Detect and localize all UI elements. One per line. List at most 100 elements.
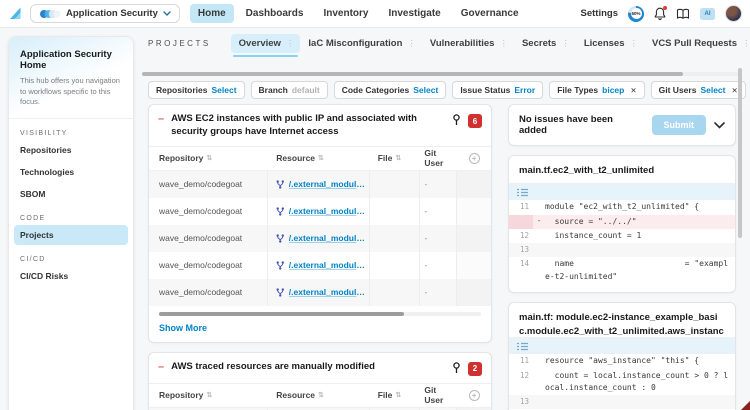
filter-git-users[interactable]: Git Users Select ✕ (650, 81, 746, 99)
tab-menu-dots-icon[interactable]: ⋮ (561, 38, 570, 49)
tab-menu-dots-icon[interactable]: ⋮ (499, 38, 508, 49)
close-icon[interactable]: ✕ (731, 86, 737, 95)
ai-assistant-icon[interactable]: AI (700, 7, 715, 20)
sidebar-item-projects[interactable]: Projects (14, 224, 128, 245)
sidebar-header: Application Security Home This hub offer… (9, 37, 133, 119)
resource-link[interactable]: /.external_modules/gi... (289, 287, 369, 297)
table-header-row: Repository ⇅ Resource ⇅ File ⇅ Git User + (149, 147, 491, 171)
tab-menu-dots-icon[interactable]: ⋮ (742, 38, 750, 49)
tab-overview[interactable]: Overview ⋮ (230, 33, 301, 57)
filter-code-categories[interactable]: Code Categories Select (333, 81, 447, 99)
show-more-link[interactable]: Show More (149, 316, 491, 342)
nav-item-governance[interactable]: Governance (453, 4, 527, 23)
filter-bar: Repositories Select Branch default Code … (148, 80, 750, 100)
primary-nav: Home Dashboards Inventory Investigate Go… (189, 4, 527, 23)
prisma-cloud-logo-icon (8, 6, 23, 21)
resource-link[interactable]: /.external_modules/gi... (289, 179, 369, 189)
code-block-header (509, 338, 735, 355)
error-count-badge: 6 (468, 114, 482, 128)
code-card-title: main.tf: module.ec2-instance_example_bas… (519, 312, 724, 337)
sidebar-item-repositories[interactable]: Repositories (14, 140, 128, 160)
column-header-repository[interactable]: Repository ⇅ (149, 390, 268, 400)
module-fork-icon (276, 260, 285, 270)
tab-secrets[interactable]: Secrets ⋮ (514, 34, 576, 53)
tab-menu-dots-icon[interactable]: ⋮ (407, 38, 416, 49)
resource-link[interactable]: /.external_modules/gi... (289, 233, 369, 243)
setup-progress-value: 50% (630, 8, 642, 19)
tab-iac-misconfiguration[interactable]: IaC Misconfiguration ⋮ (300, 34, 421, 53)
projects-tab-bar: PROJECTS Overview ⋮ IaC Misconfiguration… (142, 30, 750, 57)
error-count-badge: 2 (468, 361, 482, 376)
tab-menu-dots-icon[interactable]: ⋮ (286, 38, 295, 49)
close-icon[interactable]: ✕ (630, 86, 636, 95)
incident-card-ec2-public-ip: – AWS EC2 instances with public IP and a… (148, 104, 492, 343)
table-row[interactable]: wave_demo/codegoat /.external_modules/gi… (149, 170, 491, 198)
sort-icon[interactable]: ⇅ (395, 391, 401, 399)
code-line: 11 module "ec2_with_t2_unlimited" { (519, 202, 700, 212)
tab-licenses[interactable]: Licenses ⋮ (576, 34, 644, 53)
tab-vcs-pull-requests[interactable]: VCS Pull Requests ⋮ (644, 34, 750, 53)
sidebar-item-cicd-risks[interactable]: CI/CD Risks (14, 266, 128, 286)
tab-vulnerabilities[interactable]: Vulnerabilities ⋮ (422, 34, 514, 53)
resource-link[interactable]: /.external_modules/gi... (289, 260, 369, 270)
notifications-bell-icon[interactable] (654, 6, 667, 20)
submit-button[interactable]: Submit (651, 115, 706, 135)
nav-item-dashboards[interactable]: Dashboards (238, 4, 312, 23)
app-module-selector[interactable]: Application Security (30, 4, 180, 23)
filter-branch[interactable]: Branch default (250, 81, 328, 99)
column-header-file[interactable]: File ⇅ (370, 390, 421, 400)
column-header-git-user[interactable]: Git User (420, 385, 457, 405)
table-row[interactable]: wave_demo/codegoat /.external_modules/gi… (149, 251, 491, 279)
code-line: 13 (509, 243, 735, 258)
incidents-column: – AWS EC2 instances with public IP and a… (148, 104, 492, 410)
table-row[interactable]: wave_demo/codegoat /.external_modules/gi… (149, 197, 491, 225)
column-header-repository[interactable]: Repository ⇅ (149, 153, 268, 163)
nav-item-inventory[interactable]: Inventory (315, 4, 376, 23)
code-line: 13 (509, 395, 735, 410)
setup-progress-badge[interactable]: 50% (628, 5, 644, 22)
issues-review-card: No issues have been added Submit (508, 104, 736, 146)
resource-link[interactable]: /.external_modules/gi... (289, 206, 369, 216)
details-vertical-scrollbar[interactable] (738, 68, 742, 238)
main-content: PROJECTS Overview ⋮ IaC Misconfiguration… (142, 30, 750, 410)
sort-icon[interactable]: ⇅ (206, 391, 212, 399)
column-header-resource[interactable]: Resource ⇅ (268, 153, 369, 163)
trace-pin-icon[interactable] (452, 361, 461, 374)
nav-item-home[interactable]: Home (189, 4, 234, 23)
column-header-git-user[interactable]: Git User (420, 148, 457, 168)
tabs-scrollbar-track (142, 72, 742, 76)
sort-icon[interactable]: ⇅ (318, 154, 324, 162)
add-column-button[interactable]: + (457, 152, 491, 164)
column-header-file[interactable]: File ⇅ (370, 153, 421, 163)
table-row[interactable]: wave_demo/codegoat /.external_modules/gi… (149, 278, 491, 306)
table-row[interactable]: wave_demo/codegoat /.external_modules/gi… (149, 224, 491, 252)
chat-widget-corner[interactable] (741, 401, 750, 410)
chevron-down-icon[interactable] (714, 121, 725, 129)
sort-icon[interactable]: ⇅ (206, 154, 212, 162)
filter-file-types[interactable]: File Types bicep ✕ (549, 81, 645, 99)
code-line: 14 name = "example-t2-unlimited" (519, 259, 729, 281)
sort-icon[interactable]: ⇅ (395, 154, 401, 162)
tabs-horizontal-scrollbar[interactable] (142, 72, 683, 76)
filter-issue-status[interactable]: Issue Status Error (452, 81, 544, 99)
module-fork-icon (276, 287, 285, 297)
table-horizontal-scrollbar[interactable] (159, 311, 404, 316)
chevron-down-icon (163, 11, 171, 16)
sidebar-item-sbom[interactable]: SBOM (14, 184, 128, 204)
trace-pin-icon[interactable] (452, 114, 461, 126)
app-security-circles-icon (39, 9, 61, 19)
user-avatar[interactable] (725, 5, 742, 22)
collapse-icon[interactable]: – (158, 113, 164, 126)
sort-icon[interactable]: ⇅ (318, 391, 324, 399)
nav-item-investigate[interactable]: Investigate (380, 4, 448, 23)
topbar-right-controls: Settings 50% AI (581, 5, 742, 22)
filter-repositories[interactable]: Repositories Select (148, 81, 245, 99)
collapse-icon[interactable]: – (158, 361, 164, 374)
settings-button[interactable]: Settings (581, 8, 618, 19)
tab-menu-dots-icon[interactable]: ⋮ (629, 38, 638, 49)
column-header-resource[interactable]: Resource ⇅ (268, 390, 369, 400)
add-column-button[interactable]: + (457, 389, 491, 401)
documentation-book-icon[interactable] (676, 8, 690, 20)
sidebar-item-technologies[interactable]: Technologies (14, 162, 128, 182)
